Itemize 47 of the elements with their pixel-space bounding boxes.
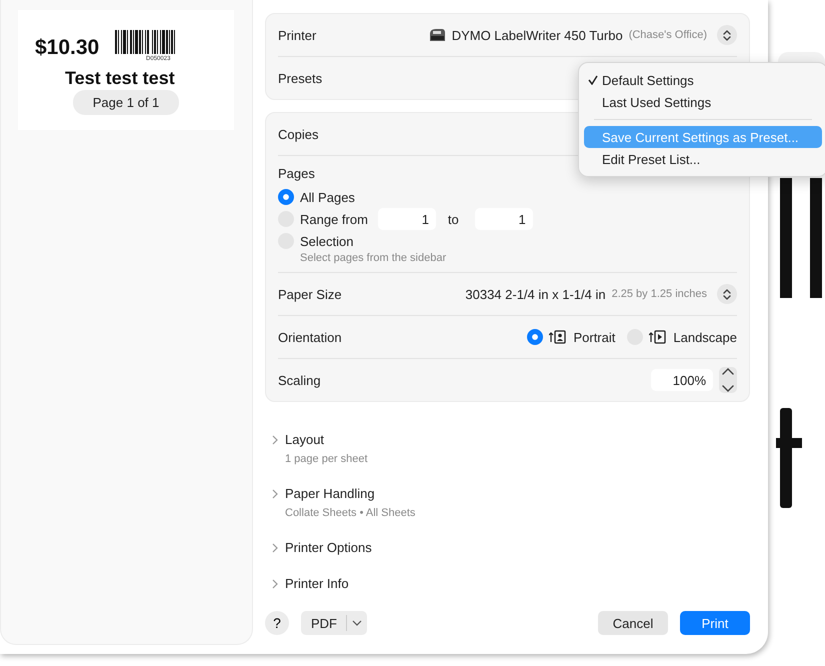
section-header[interactable]: Printer Options [285,540,372,555]
stepper-button[interactable] [719,367,737,393]
radio-label[interactable]: Selection [300,234,354,248]
paper-size-value: 30334 2-1/4 in x 1-1/4 in [465,286,606,302]
printer-label: Printer [278,28,316,42]
cancel-button[interactable]: Cancel [598,611,668,635]
landscape-icon [649,330,668,344]
input-field[interactable]: 100% [651,369,713,391]
help-button[interactable]: ? [265,611,289,635]
printer-icon [428,27,446,43]
pdf-button[interactable]: PDF [301,611,367,635]
input-field[interactable]: 1 [378,208,436,230]
page-count-badge: Page 1 of 1 [73,90,179,115]
section-header[interactable]: Printer Info [285,576,349,591]
radio-label[interactable]: Portrait [573,330,616,344]
radio-label[interactable]: Range from [300,212,368,226]
popup-button[interactable] [717,25,737,45]
menu-item[interactable]: Edit Preset List... [584,148,822,170]
chevron-down-icon [352,619,362,627]
portrait-icon [549,330,568,344]
radio-label[interactable]: Landscape [673,330,737,344]
popup-button[interactable] [717,284,737,304]
printer-name: DYMO LabelWriter 450 Turbo [452,28,623,42]
menu-item[interactable]: Default Settings [584,69,822,91]
presets-label: Presets [278,70,322,86]
to-label: to [448,212,459,226]
radio-button[interactable] [278,189,294,205]
input-field[interactable]: 1 [474,208,533,230]
checkmark-icon [588,75,598,85]
paper-size-detail: 2.25 by 1.25 inches [612,288,707,300]
hint-text: Select pages from the sidebar [300,252,446,264]
copies-label: Copies [278,126,318,142]
printer-location: (Chase's Office) [628,29,707,41]
print-button[interactable]: Print [680,611,750,635]
price-text: $10.30 [35,36,100,60]
orientation-label: Orientation [278,330,342,344]
radio-button[interactable] [527,329,544,345]
radio-label[interactable]: All Pages [300,190,355,204]
section-summary: Collate Sheets • All Sheets [285,507,416,519]
scaling-label: Scaling [278,372,321,388]
section-header[interactable]: Layout [285,432,324,447]
label-title: Test test test [65,68,176,82]
section-header[interactable]: Paper Handling [285,486,375,501]
section-summary: 1 page per sheet [285,453,369,465]
paper-size-label: Paper Size [278,286,342,302]
pages-label: Pages [278,166,315,181]
menu-item[interactable]: Last Used Settings [584,91,822,113]
